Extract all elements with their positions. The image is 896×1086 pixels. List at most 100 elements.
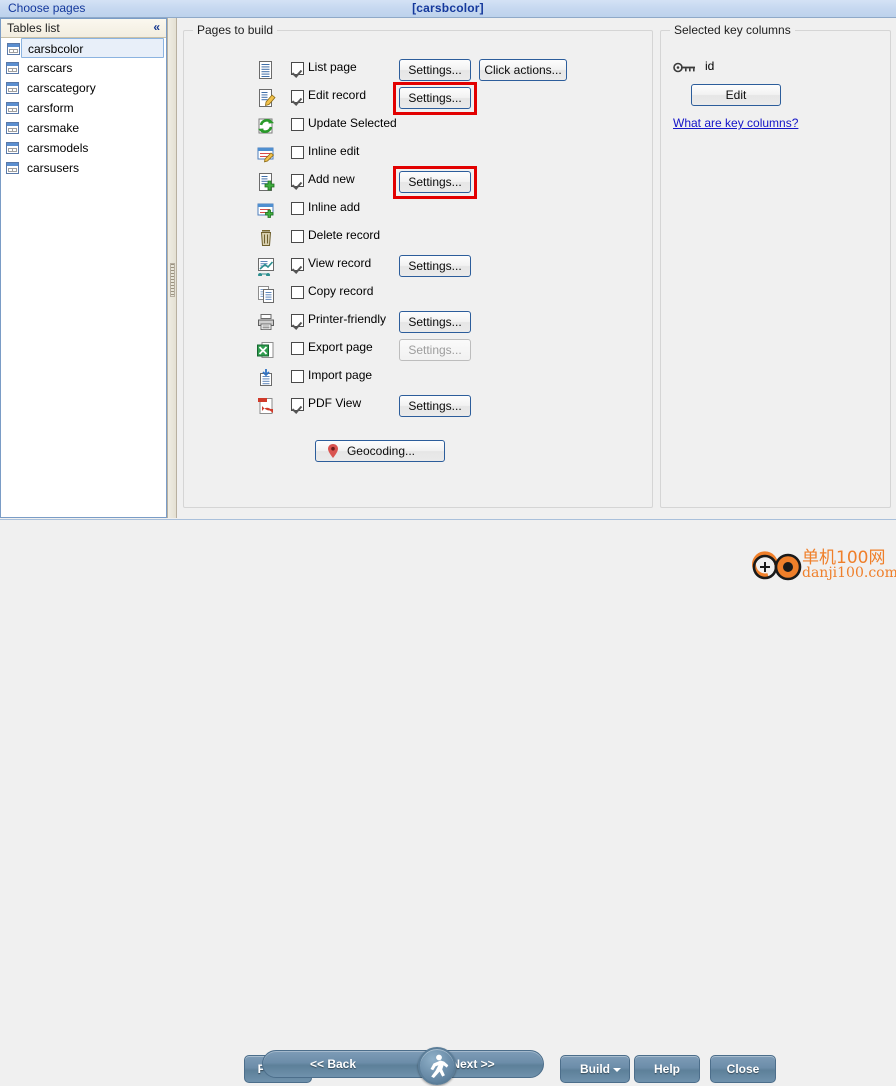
inline-add-icon [257, 203, 274, 218]
table-list-item[interactable]: carscars [1, 58, 166, 78]
page-row: List page Settings... Click actions... [184, 57, 654, 85]
pages-group-title: Pages to build [193, 23, 278, 37]
page-checkbox[interactable] [291, 90, 304, 103]
update-selected-icon-wrap [256, 116, 276, 136]
edit-record-icon-wrap [256, 88, 276, 108]
settings-button[interactable]: Settings... [399, 255, 471, 277]
window-title: [carsbcolor] [412, 1, 484, 15]
page-checkbox[interactable] [291, 202, 304, 215]
keys-group-title: Selected key columns [670, 23, 795, 37]
inline-edit-icon-wrap [256, 144, 276, 164]
page-checkbox[interactable] [291, 258, 304, 271]
settings-button[interactable]: Settings... [399, 395, 471, 417]
build-button-label: Build [580, 1062, 610, 1076]
title-bar: [carsbcolor] [0, 0, 896, 18]
geocoding-button-label: Geocoding... [346, 444, 416, 458]
what-are-key-columns-link[interactable]: What are key columns? [673, 116, 798, 130]
add-new-icon [259, 173, 275, 191]
page-row-label: PDF View [308, 396, 362, 410]
export-page-icon [257, 342, 274, 358]
inline-add-icon-wrap [256, 200, 276, 220]
table-list-item[interactable]: carsmake [1, 118, 166, 138]
pdf-view-icon [258, 398, 273, 414]
table-list-item-label: carsusers [27, 161, 80, 175]
watermark: 单机100网 danji100.com [750, 543, 896, 588]
page-checkbox[interactable] [291, 174, 304, 187]
page-checkbox[interactable] [291, 118, 304, 131]
page-checkbox[interactable] [291, 314, 304, 327]
page-row-label: Copy record [308, 284, 374, 298]
tables-list-title: Tables list [7, 21, 60, 35]
tables-list-panel: Tables list « carsbcolor carscars carscate… [0, 18, 167, 518]
page-row-label: Printer-friendly [308, 312, 387, 326]
update-selected-icon [258, 118, 274, 134]
page-checkbox[interactable] [291, 230, 304, 243]
table-icon [6, 82, 19, 94]
page-row-label: Delete record [308, 228, 381, 242]
table-list-item-label: carscars [27, 61, 73, 75]
page-row-label: Import page [308, 368, 373, 382]
tables-list-header: Tables list « [1, 19, 166, 38]
delete-record-icon-wrap [256, 228, 276, 248]
page-row-label: Edit record [308, 88, 367, 102]
back-button[interactable]: << Back [263, 1051, 403, 1077]
help-button[interactable]: Help [634, 1055, 700, 1083]
page-row: Inline add [184, 197, 654, 225]
page-checkbox[interactable] [291, 62, 304, 75]
page-row: Export page Settings... [184, 337, 654, 365]
page-checkbox[interactable] [291, 286, 304, 299]
page-row: View record Settings... [184, 253, 654, 281]
chevron-double-left-icon[interactable]: « [153, 20, 160, 34]
table-list-item-label: carsform [27, 101, 74, 115]
edit-key-columns-button[interactable]: Edit [691, 84, 781, 106]
table-list-item-label: carscategory [27, 81, 96, 95]
printer-icon [258, 314, 274, 330]
page-row: Update Selected [184, 113, 654, 141]
geocoding-button[interactable]: Geocoding... [315, 440, 445, 462]
table-list-item[interactable]: carscategory [1, 78, 166, 98]
build-button[interactable]: Build [560, 1055, 630, 1083]
key-icon [673, 62, 695, 73]
table-list-item-label: carsmake [27, 121, 80, 135]
page-row: Copy record [184, 281, 654, 309]
page-row: Edit record Settings... [184, 82, 654, 115]
page-row-label: Export page [308, 340, 373, 354]
page-checkbox[interactable] [291, 370, 304, 383]
page-row: Inline edit [184, 141, 654, 169]
page-row-label: Inline edit [308, 144, 360, 158]
watermark-logo-icon [752, 551, 802, 581]
table-list-item[interactable]: carsmodels [1, 138, 166, 158]
table-list-item[interactable]: carsusers [1, 158, 166, 178]
settings-button[interactable]: Settings... [399, 171, 471, 193]
splitter-grip[interactable] [170, 263, 175, 297]
settings-button[interactable]: Settings... [399, 311, 471, 333]
panel-splitter[interactable] [167, 18, 177, 518]
settings-button[interactable]: Settings... [399, 59, 471, 81]
page-row: Printer-friendly Settings... [184, 309, 654, 337]
settings-button[interactable]: Settings... [399, 87, 471, 109]
page-checkbox[interactable] [291, 342, 304, 355]
page-row-label: Add new [308, 172, 355, 186]
list-page-icon [259, 61, 272, 79]
table-list-item[interactable]: carsform [1, 98, 166, 118]
watermark-en: danji100.com [802, 565, 896, 581]
import-page-icon-wrap [256, 368, 276, 388]
close-button[interactable]: Close [710, 1055, 776, 1083]
page-row: PDF View Settings... [184, 393, 654, 421]
delete-record-icon [260, 230, 272, 246]
page-checkbox[interactable] [291, 398, 304, 411]
page-title: Choose pages [8, 1, 86, 15]
table-icon [7, 43, 20, 55]
page-checkbox[interactable] [291, 146, 304, 159]
click-actions-button[interactable]: Click actions... [479, 59, 567, 81]
run-button[interactable] [418, 1047, 456, 1085]
table-list-item[interactable]: carsbcolor [7, 38, 164, 58]
copy-record-icon-wrap [256, 284, 276, 304]
printer-icon-wrap [256, 312, 276, 332]
table-icon [6, 162, 19, 174]
list-page-icon-wrap [256, 60, 276, 80]
page-row-label: View record [308, 256, 372, 270]
table-icon [6, 102, 19, 114]
tables-list[interactable]: carsbcolor carscars carscategory carsform ca… [1, 38, 166, 517]
settings-button: Settings... [399, 339, 471, 361]
